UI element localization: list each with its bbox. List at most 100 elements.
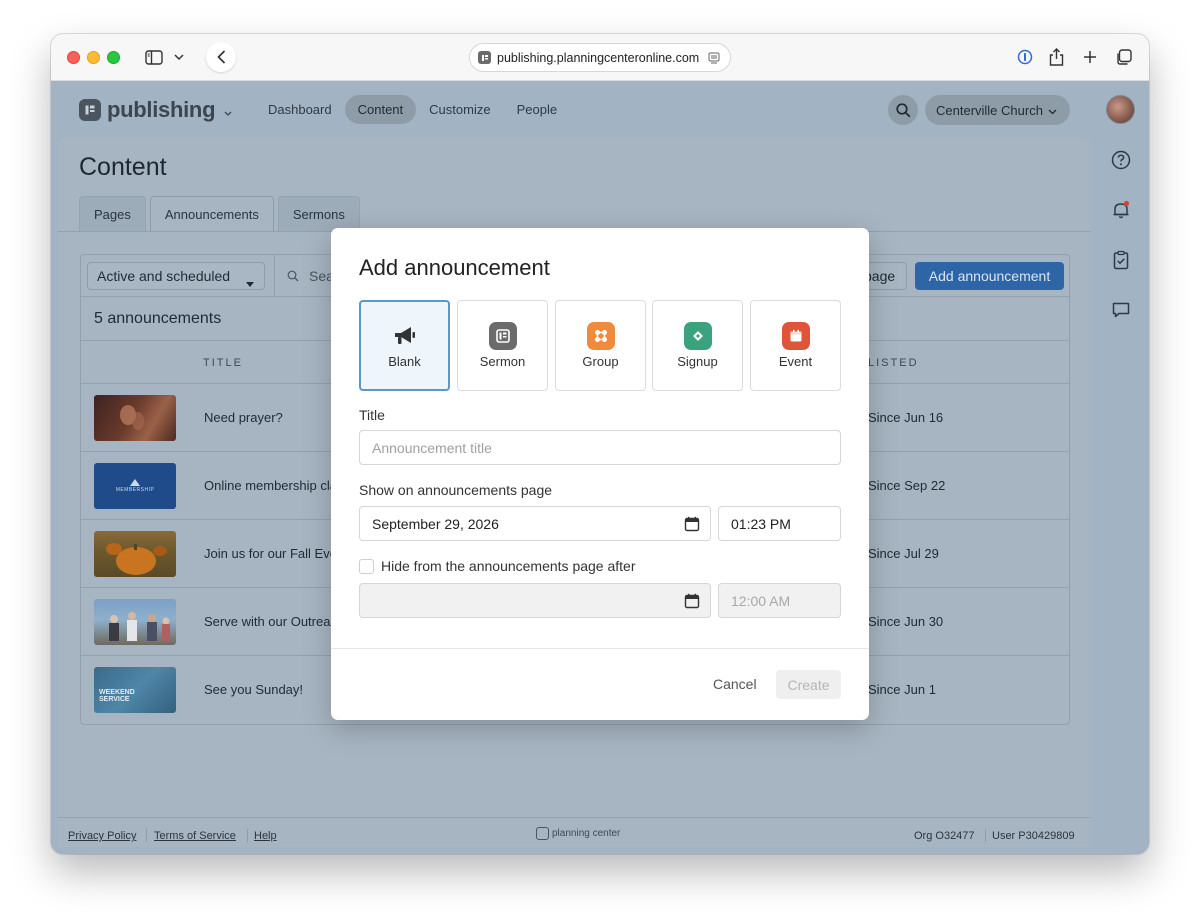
row-title: Join us for our Fall Eve [204,546,337,561]
row-listed: Since Jun 30 [868,614,944,629]
search-icon [895,102,910,117]
page-footer: Privacy Policy Terms of Service Help pla… [58,817,1091,847]
footer-separator [247,829,248,842]
chevron-down-icon[interactable] [174,46,184,68]
app-logo[interactable]: publishing [79,97,232,123]
hide-after-label[interactable]: Hide from the announcements page after [381,558,636,574]
url-text: publishing.planningcenteronline.com [497,50,700,65]
clipboard-check-icon[interactable] [1111,250,1131,270]
type-card-sermon[interactable]: Sermon [457,300,548,391]
modal-title: Add announcement [359,255,550,280]
add-announcement-modal: Add announcement Blank Sermon Group Sign… [331,228,869,720]
row-title: Serve with our Outreac [204,614,337,629]
planning-center-logo-icon [536,827,549,840]
type-label: Sermon [479,354,526,369]
browser-toolbar: publishing.planningcenteronline.com [51,34,1149,81]
nav-customize[interactable]: Customize [416,95,503,124]
page-title: Content [79,153,167,181]
share-icon[interactable] [1049,46,1064,68]
row-thumbnail-pumpkin [94,531,176,577]
status-filter-select[interactable]: Active and scheduled [87,262,265,290]
type-label: Event [778,354,813,369]
app-header: publishing Dashboard Content Customize P… [51,81,1149,138]
tab-announcements[interactable]: Announcements [149,196,274,232]
thumbnail-caption: MEMBERSHIP [115,487,155,493]
hide-after-checkbox[interactable] [359,559,374,574]
announcement-count: 5 announcements [94,310,222,327]
privacy-policy-link[interactable]: Privacy Policy [68,830,136,842]
thumbnail-caption: WEEKEND SERVICE [99,689,135,703]
row-thumbnail-membership: MEMBERSHIP [94,463,176,509]
org-name: Centerville Church [936,102,1043,118]
type-card-group[interactable]: Group [555,300,646,391]
tab-pages[interactable]: Pages [79,196,146,232]
add-announcement-button[interactable]: Add announcement [915,262,1064,290]
nav-content[interactable]: Content [344,95,417,124]
chevron-down-icon [1048,103,1057,118]
status-filter-value: Active and scheduled [97,268,231,284]
row-listed: Since Jun 1 [868,682,936,697]
minimize-window-button[interactable] [87,51,100,64]
column-title[interactable]: TITLE [203,357,243,369]
type-label: Blank [388,354,421,369]
column-listed[interactable]: LISTED [868,357,919,369]
show-date-value: September 29, 2026 [372,515,499,532]
nav-people[interactable]: People [504,95,570,124]
type-card-blank[interactable]: Blank [359,300,450,391]
calendar-icon[interactable] [684,516,700,535]
reader-mode-icon[interactable] [708,52,720,67]
announcement-title-input[interactable]: Announcement title [359,430,841,465]
title-label: Title [359,407,385,423]
tab-sermons[interactable]: Sermons [277,196,360,232]
notifications-bell-icon[interactable] [1111,200,1131,220]
user-id: User P30429809 [992,830,1075,842]
help-icon[interactable] [1111,150,1131,170]
type-card-event[interactable]: Event [750,300,841,391]
password-manager-icon[interactable] [1017,46,1033,68]
app-name: publishing [107,97,216,122]
user-avatar[interactable] [1106,95,1135,124]
address-bar[interactable]: publishing.planningcenteronline.com [469,43,731,72]
sermon-icon [489,322,517,350]
type-card-signup[interactable]: Signup [652,300,743,391]
planning-center-brand: planning center [536,827,620,840]
content-tabs: Pages Announcements Sermons [79,196,364,232]
chat-icon[interactable] [1111,300,1131,320]
show-date-label: Show on announcements page [359,482,553,498]
search-icon [287,270,299,282]
app-switcher-chevron-icon [224,103,232,121]
show-time-input[interactable]: 01:23 PM [718,506,841,541]
calendar-icon [684,593,700,612]
maximize-window-button[interactable] [107,51,120,64]
caret-down-icon [246,274,254,290]
megaphone-icon [391,322,419,350]
sidebar-toggle-icon[interactable] [145,46,163,68]
row-thumbnail-outreach [94,599,176,645]
row-thumbnail-prayer [94,395,176,441]
show-date-input[interactable]: September 29, 2026 [359,506,711,541]
tab-overview-icon[interactable] [1115,46,1132,68]
hide-time-input: 12:00 AM [718,583,841,618]
row-listed: Since Jun 16 [868,410,944,425]
new-tab-icon[interactable] [1083,46,1097,68]
terms-of-service-link[interactable]: Terms of Service [154,830,236,842]
back-button[interactable] [206,42,236,72]
row-thumbnail-weekend: WEEKEND SERVICE [94,667,176,713]
site-favicon-icon [478,51,491,64]
close-window-button[interactable] [67,51,80,64]
row-title: See you Sunday! [204,682,304,697]
type-label: Signup [677,354,718,369]
create-button[interactable]: Create [776,670,841,699]
global-search-button[interactable] [888,95,918,125]
signup-icon [684,322,712,350]
org-switcher-button[interactable]: Centerville Church [925,95,1070,125]
help-link[interactable]: Help [254,830,277,842]
announcement-search-input[interactable]: Sea [274,255,334,297]
brand-text: planning center [552,828,621,839]
row-title: Need prayer? [204,410,283,425]
cancel-button[interactable]: Cancel [713,676,757,692]
group-icon [587,322,615,350]
row-listed: Since Sep 22 [868,478,946,493]
nav-dashboard[interactable]: Dashboard [255,95,345,124]
row-listed: Since Jul 29 [868,546,939,561]
